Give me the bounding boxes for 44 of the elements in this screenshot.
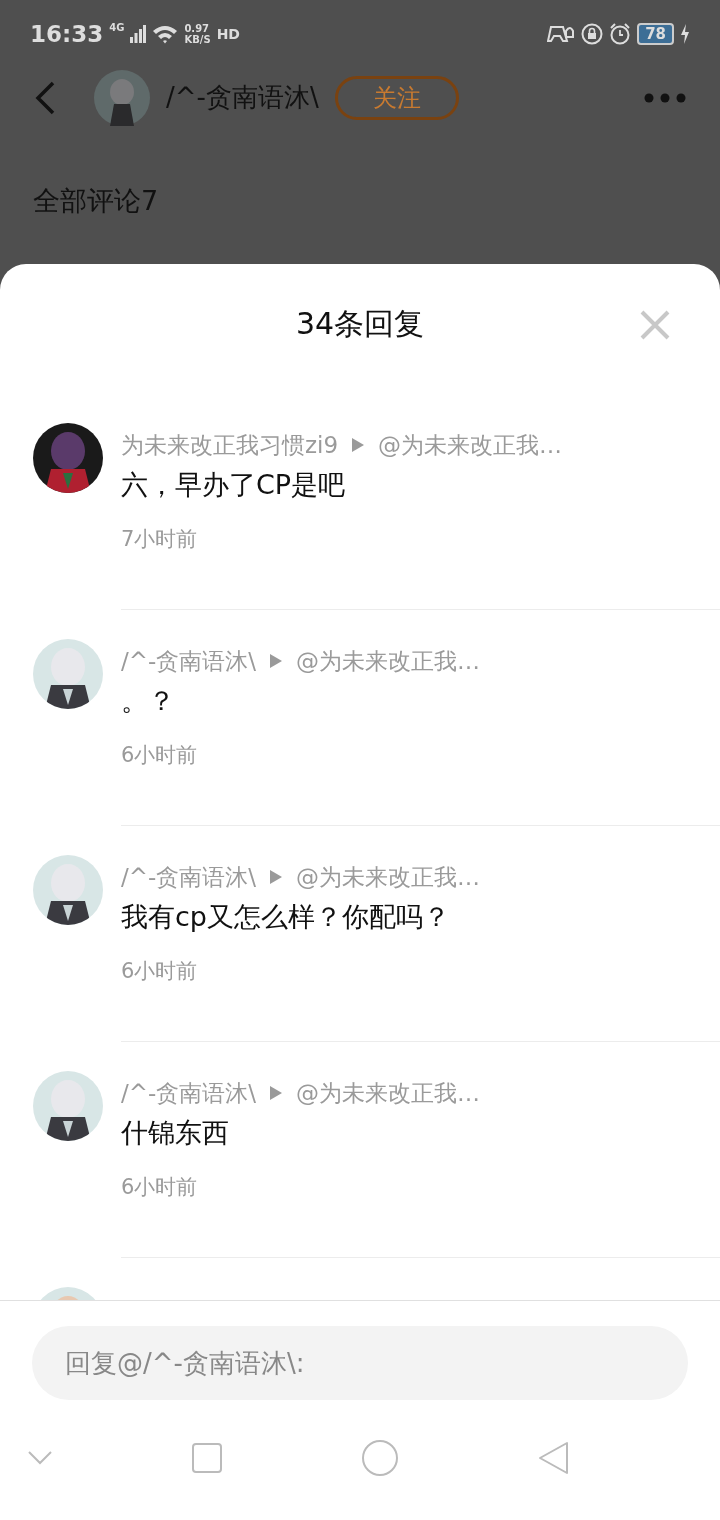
comment-text: 。？ (121, 684, 176, 718)
author-name[interactable]: 为未来改正我习惯zi9 (121, 429, 339, 461)
follow-button[interactable]: 关注 (334, 75, 459, 120)
comment-time: 6小时前 (121, 1174, 199, 1201)
network-type: 4G (109, 22, 125, 33)
back-nav-icon[interactable] (538, 1441, 570, 1475)
alarm-icon (609, 23, 632, 45)
signal-icon (130, 25, 147, 43)
clock-time: 16:33 (30, 21, 104, 47)
author-name[interactable]: /^-贪南语沐\ (121, 645, 257, 677)
username[interactable]: /^-贪南语沐\ (166, 80, 319, 115)
hd-label: HD (216, 26, 240, 42)
triangle-icon (352, 438, 365, 452)
author-name[interactable]: /^-贪南语沐\ (121, 861, 257, 893)
section-title: 全部评论7 (32, 184, 160, 218)
sheet-title: 34条回复 (295, 304, 425, 343)
comment-text: 六，早办了CP是吧 (121, 468, 347, 502)
comment-time: 6小时前 (121, 742, 199, 769)
comment-text: 我有cp又怎么样？你配吗？ (121, 900, 451, 934)
battery-level: 78 (637, 23, 674, 45)
collapse-icon[interactable] (28, 1451, 52, 1465)
home-icon[interactable] (362, 1440, 398, 1476)
reply-target[interactable]: @为未来改正我… (296, 645, 481, 677)
network-speed: 0.97 (184, 23, 211, 34)
author-name[interactable]: /^-贪南语沐\ (121, 1077, 257, 1109)
square-icon[interactable] (192, 1443, 222, 1473)
triangle-icon (270, 870, 283, 884)
reply-target[interactable]: @为未来改正我… (296, 861, 481, 893)
comment-time: 7小时前 (121, 526, 199, 553)
charging-icon (680, 24, 690, 44)
more-icon[interactable] (644, 92, 686, 103)
triangle-icon (270, 654, 283, 668)
reply-target[interactable]: @为未来改正我… (296, 1077, 481, 1109)
reply-target[interactable]: @为未来改正我… (378, 429, 563, 461)
wifi-icon (152, 24, 179, 44)
lock-icon (581, 23, 604, 45)
gamepad-icon (547, 23, 576, 45)
comment-time: 6小时前 (121, 958, 199, 985)
reply-input[interactable]: 回复@/^-贪南语沐\: (32, 1326, 688, 1400)
triangle-icon (270, 1086, 283, 1100)
close-icon[interactable] (640, 310, 670, 340)
comment-text: 什锦东西 (121, 1116, 230, 1150)
speed-unit: KB/S (184, 34, 211, 45)
back-icon[interactable] (34, 80, 56, 115)
